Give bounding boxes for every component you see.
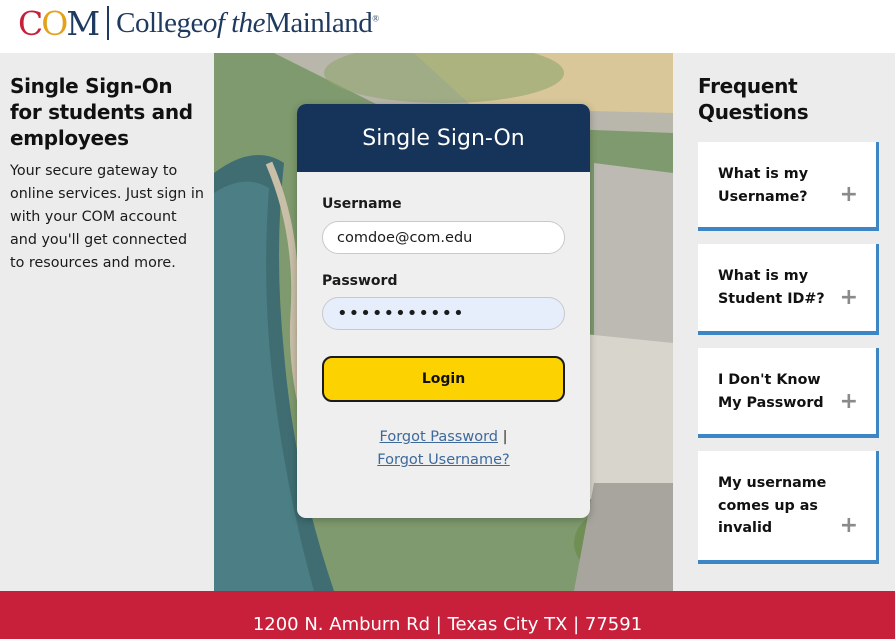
faq-list: What is my Username? + What is my Studen…: [698, 142, 895, 564]
faq-question: My username comes up as invalid: [718, 475, 827, 536]
faq-item-username[interactable]: What is my Username? +: [698, 142, 879, 231]
forgot-username-link[interactable]: Forgot Username?: [297, 449, 590, 472]
faq-question: What is my Student ID#?: [718, 268, 825, 307]
intro-description: Your secure gateway to online services. …: [10, 163, 204, 271]
link-separator: |: [502, 429, 508, 445]
password-label: Password: [322, 273, 398, 289]
login-card: Single Sign-On Username Password Login F…: [297, 104, 590, 518]
logo-divider: [107, 6, 110, 40]
faq-panel: Frequent Questions What is my Username? …: [673, 53, 895, 591]
forgot-password-link[interactable]: Forgot Password: [380, 429, 499, 445]
site-footer: 1200 N. Amburn Rd | Texas City TX | 7759…: [0, 591, 895, 639]
faq-item-student-id[interactable]: What is my Student ID#? +: [698, 244, 879, 335]
college-logo[interactable]: COM Collegeof theMainland®: [18, 3, 379, 43]
plus-icon: +: [839, 285, 858, 310]
intro-panel: Single Sign-On for students and employee…: [0, 53, 214, 591]
com-logo-mark: COM: [18, 3, 100, 43]
password-input[interactable]: [322, 297, 565, 330]
recovery-links: Forgot Password | Forgot Username?: [297, 426, 590, 472]
faq-question: What is my Username?: [718, 166, 809, 205]
intro-title: Single Sign-On for students and employee…: [10, 74, 193, 150]
faq-question: I Don't Know My Password: [718, 372, 824, 411]
login-card-title: Single Sign-On: [297, 104, 590, 172]
site-header: COM Collegeof theMainland®: [0, 0, 895, 53]
username-label: Username: [322, 196, 402, 212]
plus-icon: +: [839, 182, 858, 207]
logo-wordmark: Collegeof theMainland®: [116, 6, 379, 39]
plus-icon: +: [839, 513, 858, 538]
faq-title: Frequent Questions: [698, 74, 809, 124]
footer-address: 1200 N. Amburn Rd | Texas City TX | 7759…: [252, 613, 643, 635]
faq-item-invalid-username[interactable]: My username comes up as invalid +: [698, 451, 879, 564]
plus-icon: +: [839, 389, 858, 414]
login-button[interactable]: Login: [322, 356, 565, 402]
faq-item-password[interactable]: I Don't Know My Password +: [698, 348, 879, 438]
username-input[interactable]: [322, 221, 565, 254]
